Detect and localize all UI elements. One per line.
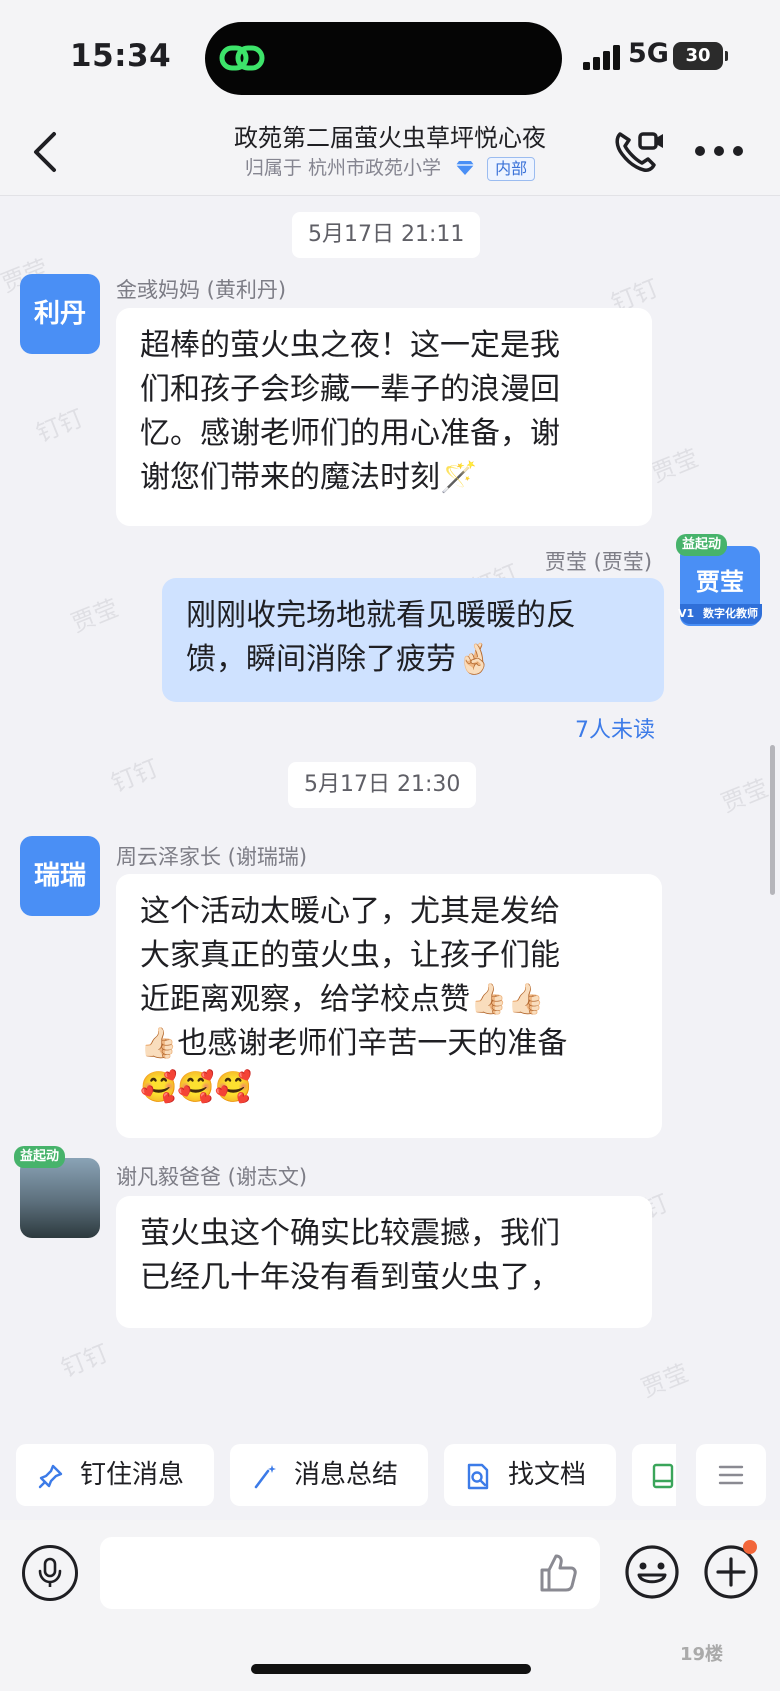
chat-title[interactable]: 政苑第二届萤火虫草坪悦心夜 — [150, 118, 630, 153]
avatar[interactable]: 瑞瑞 — [20, 836, 100, 916]
message-line: 这个活动太暖心了，尤其是发给 — [140, 894, 560, 929]
message-line: 大家真正的萤火虫，让孩子们能 — [140, 938, 560, 973]
battery-cap — [725, 51, 728, 61]
timestamp-divider: 5月17日 21:30 — [288, 762, 477, 808]
message-bubble[interactable]: 萤火虫这个确实比较震撼，我们 已经几十年没有看到萤火虫了， — [116, 1196, 652, 1328]
status-time: 15:34 — [70, 38, 172, 74]
message-line: 超棒的萤火虫之夜！这一定是我 — [140, 328, 560, 363]
belongs-prefix: 归属于 — [244, 157, 302, 179]
site-logo: 19楼 — [680, 1644, 724, 1665]
battery-icon: 30 — [673, 42, 723, 70]
emoji-icon[interactable] — [624, 1544, 680, 1600]
pin-icon — [38, 1464, 63, 1489]
thumbs-up-icon[interactable] — [536, 1551, 580, 1595]
message-line: 忆。感谢老师们的用心准备，谢 — [140, 416, 560, 451]
chip-label: 钉住消息 — [80, 1460, 185, 1490]
signal-icon — [583, 45, 620, 70]
message-list[interactable]: 贾莹 钉钉 钉钉 贾莹 钉钉 贾莹 钉钉 贾莹 钉钉 贾莹 钉钉 钉钉 贾莹 5… — [0, 196, 780, 1436]
watermark: 贾莹 — [67, 593, 123, 638]
microphone-icon — [38, 1557, 62, 1587]
chip-label: 找文档 — [508, 1460, 587, 1490]
message-line: 刚刚收完场地就看见暖暖的反 — [186, 598, 576, 633]
network-type: 5G — [628, 38, 669, 69]
chip-label: 消息总结 — [294, 1460, 399, 1490]
org-name[interactable]: 杭州市政苑小学 — [308, 157, 441, 179]
message-line: 🥰🥰🥰 — [140, 1070, 253, 1105]
more-actions-partial[interactable] — [632, 1444, 676, 1506]
summarize-button[interactable]: 消息总结 — [230, 1444, 428, 1506]
avatar-level: V1 — [678, 607, 695, 620]
sender-name: 金彧妈妈 (黄利丹) — [116, 278, 287, 302]
watermark: 钉钉 — [32, 403, 88, 448]
timestamp-divider: 5月17日 21:11 — [292, 212, 481, 258]
photo-avatar[interactable]: 益起动 — [14, 1146, 100, 1238]
message-line: 👍🏻也感谢老师们辛苦一天的准备 — [140, 1026, 568, 1061]
watermark: 贾莹 — [647, 443, 703, 488]
message-line: 馈，瞬间消除了疲劳🤞🏻 — [186, 642, 494, 677]
home-indicator[interactable] — [251, 1664, 531, 1674]
unread-count[interactable]: 7人未读 — [575, 712, 655, 744]
watermark: 钉钉 — [107, 753, 163, 798]
watermark: 贾莹 — [717, 773, 773, 818]
message-bubble[interactable]: 超棒的萤火虫之夜！这一定是我 们和孩子会珍藏一辈子的浪漫回 忆。感谢老师们的用心… — [116, 308, 652, 526]
book-icon — [652, 1463, 674, 1489]
chat-subtitle: 归属于 杭州市政苑小学 内部 — [150, 153, 630, 181]
avatar-self[interactable]: 贾莹 益起动 数字化教师 V1 — [676, 534, 762, 626]
link-icon — [219, 45, 265, 71]
scrollbar[interactable] — [770, 745, 775, 895]
menu-icon — [718, 1465, 744, 1485]
sender-name: 贾莹 (贾莹) — [545, 550, 653, 574]
avatar-tag-top: 益起动 — [14, 1146, 66, 1168]
find-doc-button[interactable]: 找文档 — [444, 1444, 616, 1506]
watermark: 贾莹 — [637, 1358, 693, 1403]
sender-name: 周云泽家长 (谢瑞瑞) — [116, 845, 308, 869]
quick-action-bar: 钉住消息 消息总结 找文档 — [0, 1436, 780, 1516]
message-bubble-mine[interactable]: 刚刚收完场地就看见暖暖的反 馈，瞬间消除了疲劳🤞🏻 — [162, 578, 664, 702]
voice-button[interactable] — [22, 1545, 78, 1601]
avatar[interactable]: 利丹 — [20, 274, 100, 354]
sender-name: 谢凡毅爸爸 (谢志文) — [116, 1165, 308, 1189]
message-line: 萤火虫这个确实比较震撼，我们 — [140, 1216, 560, 1251]
back-arrow-icon[interactable] — [30, 130, 62, 174]
avatar-tag-top: 益起动 — [676, 534, 728, 556]
magic-wand-icon — [254, 1465, 276, 1489]
message-line: 近距离观察，给学校点赞👍🏻👍🏻 — [140, 982, 545, 1017]
diamond-icon — [456, 161, 475, 175]
internal-badge: 内部 — [487, 157, 536, 181]
notification-dot — [743, 1540, 757, 1554]
message-line: 已经几十年没有看到萤火虫了， — [140, 1260, 560, 1295]
message-bubble[interactable]: 这个活动太暖心了，尤其是发给 大家真正的萤火虫，让孩子们能 近距离观察，给学校点… — [116, 874, 662, 1138]
more-icon[interactable] — [694, 145, 744, 157]
doc-search-icon — [467, 1463, 489, 1490]
message-input[interactable] — [100, 1537, 600, 1609]
pin-message-button[interactable]: 钉住消息 — [16, 1444, 214, 1506]
watermark: 钉钉 — [57, 1338, 113, 1383]
video-call-icon[interactable] — [612, 128, 664, 174]
message-line: 们和孩子会珍藏一辈子的浪漫回 — [140, 372, 560, 407]
message-line: 谢您们带来的魔法时刻🪄 — [140, 460, 478, 495]
avatar-name: 贾莹 — [696, 568, 744, 596]
menu-button[interactable] — [696, 1444, 766, 1506]
